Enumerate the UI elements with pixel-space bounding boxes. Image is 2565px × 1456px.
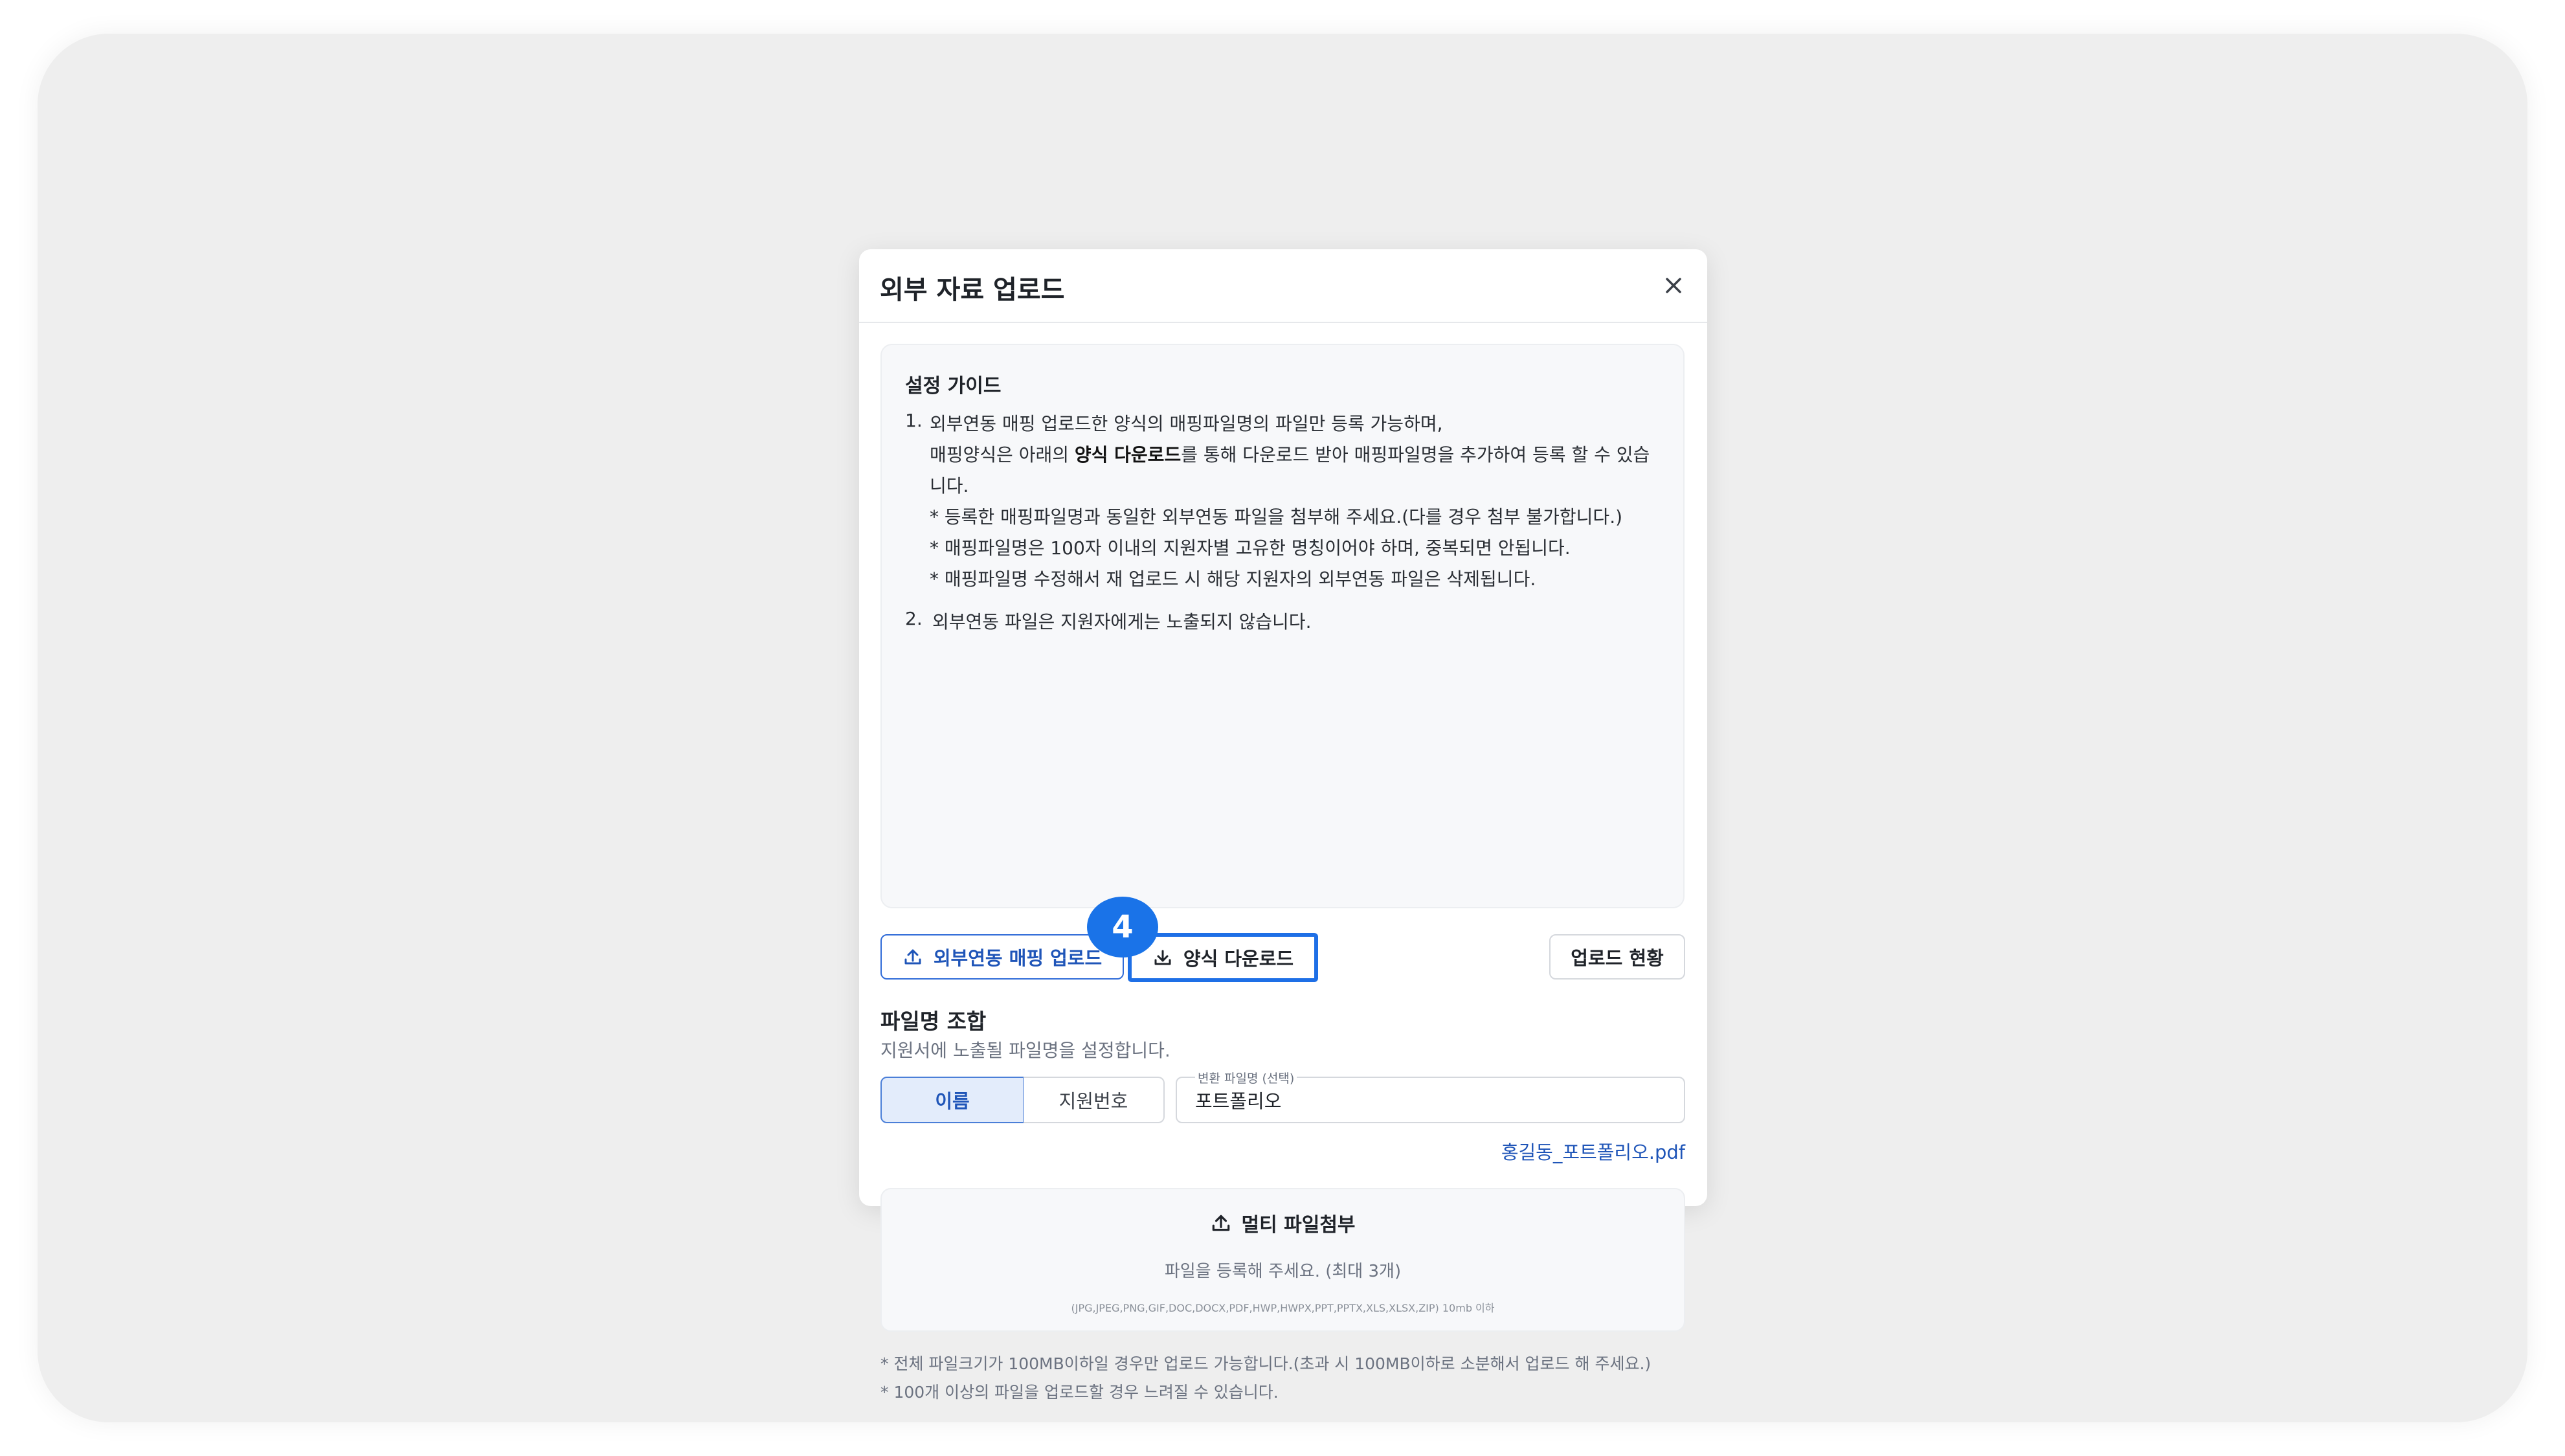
external-upload-modal: 외부 자료 업로드 설정 가이드 1. 외부연동 매핑 업로드한 양식의 매핑파… xyxy=(859,249,1707,1402)
guide-title: 설정 가이드 xyxy=(905,375,1002,398)
upload-icon xyxy=(904,949,921,965)
download-icon xyxy=(1154,950,1171,965)
guide-note-b: * 매핑파일명은 100자 이내의 지원자별 고유한 명칭이어야 하며, 중복되… xyxy=(930,537,1571,559)
filename-section-title: 파일명 조합 xyxy=(880,1009,987,1034)
converted-filename-field: 변환 파일명 (선택) xyxy=(1176,1069,1685,1123)
guide-note-c: * 매핑파일명 수정해서 재 업로드 시 해당 지원자의 외부연동 파일은 삭제… xyxy=(930,568,1536,590)
dropzone-subtitle: 파일을 등록해 주세요. (최대 3개) xyxy=(1164,1262,1402,1281)
guide-item-2-text: 외부연동 파일은 지원자에게는 노출되지 않습니다. xyxy=(932,611,1312,633)
dropzone-title: 멀티 파일첨부 xyxy=(882,1209,1684,1237)
guide-note-a: * 등록한 매핑파일명과 동일한 외부연동 파일을 첨부해 주세요.(다를 경우… xyxy=(930,506,1623,528)
guide-item-1-line-3: 니다. xyxy=(930,475,969,497)
setting-guide: 설정 가이드 1. 외부연동 매핑 업로드한 양식의 매핑파일명의 파일만 등록… xyxy=(880,344,1685,908)
guide-item-2-number: 2. xyxy=(905,608,923,629)
step-badge: 4 xyxy=(1087,897,1158,958)
filename-preview: 홍길동_포트폴리오.pdf xyxy=(1501,1141,1685,1163)
converted-filename-input[interactable] xyxy=(1195,1086,1661,1114)
guide-item-1-line-2-bold: 양식 다운로드 xyxy=(1074,444,1182,465)
upload-status-label: 업로드 현황 xyxy=(1571,947,1664,969)
converted-filename-label: 변환 파일명 (선택) xyxy=(1195,1069,1297,1086)
footer-note-1: * 전체 파일크기가 100MB이하일 경우만 업로드 가능합니다.(초과 시 … xyxy=(880,1354,1652,1373)
dropzone-title-text: 멀티 파일첨부 xyxy=(1241,1214,1356,1237)
guide-item-1-line-1: 외부연동 매핑 업로드한 양식의 매핑파일명의 파일만 등록 가능하며, xyxy=(930,413,1443,434)
mapping-upload-button[interactable]: 외부연동 매핑 업로드 xyxy=(880,934,1124,980)
filename-section-description: 지원서에 노출될 파일명을 설정합니다. xyxy=(880,1040,1170,1061)
close-button[interactable] xyxy=(1659,271,1688,300)
dropzone-allowed-types: (JPG,JPEG,PNG,GIF,DOC,DOCX,PDF,HWP,HWPX,… xyxy=(1071,1302,1495,1314)
guide-item-1-line-2: 매핑양식은 아래의 양식 다운로드를 통해 다운로드 받아 매핑파일명을 추가하… xyxy=(930,441,1650,467)
mapping-upload-label: 외부연동 매핑 업로드 xyxy=(933,947,1103,969)
guide-item-1-number: 1. xyxy=(905,410,923,431)
guide-item-1-line-2-pre: 매핑양식은 아래의 xyxy=(930,444,1075,465)
upload-status-button[interactable]: 업로드 현황 xyxy=(1549,934,1685,980)
guide-item-1-line-2-post: 를 통해 다운로드 받아 매핑파일명을 추가하여 등록 할 수 있습 xyxy=(1181,444,1650,465)
footer-note-2: * 100개 이상의 파일을 업로드할 경우 느려질 수 있습니다. xyxy=(880,1383,1279,1402)
template-download-button[interactable]: 양식 다운로드 xyxy=(1128,933,1318,982)
multi-file-dropzone[interactable]: 멀티 파일첨부 파일을 등록해 주세요. (최대 3개) (JPG,JPEG,P… xyxy=(880,1188,1685,1332)
template-download-label: 양식 다운로드 xyxy=(1183,948,1294,970)
upload-icon xyxy=(1213,1215,1230,1231)
modal-title: 외부 자료 업로드 xyxy=(880,275,1065,305)
filename-option-applicant-number[interactable]: 지원번호 xyxy=(1024,1077,1165,1123)
filename-option-name[interactable]: 이름 xyxy=(880,1077,1024,1123)
close-icon xyxy=(1666,278,1681,293)
modal-header: 외부 자료 업로드 xyxy=(859,249,1707,323)
